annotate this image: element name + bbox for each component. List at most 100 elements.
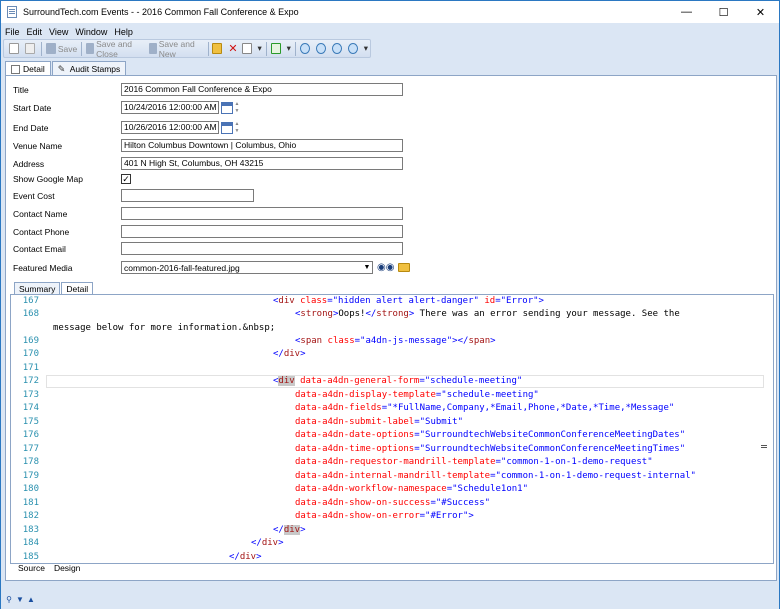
address-label: Address xyxy=(13,158,45,169)
calendar-icon[interactable] xyxy=(221,101,233,114)
line-number: 170 xyxy=(22,349,39,359)
contact-name-label: Contact Name xyxy=(13,208,68,219)
media-label: Featured Media xyxy=(13,262,73,273)
app-icon xyxy=(7,6,17,18)
contact-email-row: Contact Email xyxy=(13,242,403,255)
line-number: 169 xyxy=(22,336,39,346)
folder-icon[interactable] xyxy=(398,263,411,272)
new-button[interactable] xyxy=(7,40,23,57)
toolbar: Save Save and Close Save and New ✕ ▾ ▾ ▾ xyxy=(3,39,371,59)
find-next-button[interactable] xyxy=(314,40,330,57)
tab-design[interactable]: Design xyxy=(54,563,80,573)
magnifier-icon xyxy=(315,43,326,54)
line-number: 181 xyxy=(22,498,39,508)
line-number: 175 xyxy=(22,417,39,427)
main-tabs: Detail ✎ Audit Stamps xyxy=(5,61,127,76)
venue-label: Venue Name xyxy=(13,140,63,151)
chevron-up-icon[interactable]: ▲ xyxy=(26,595,36,605)
save-button[interactable]: Save xyxy=(44,40,79,57)
minimize-button[interactable]: — xyxy=(668,1,705,23)
tab-detail[interactable]: Detail xyxy=(5,61,51,76)
end-date-spinner[interactable]: ▲ ▼ xyxy=(234,121,240,134)
tab-audit-stamps[interactable]: ✎ Audit Stamps xyxy=(51,61,127,76)
show-map-checkbox[interactable]: ✓ xyxy=(121,174,131,184)
folder-icon xyxy=(212,43,223,54)
contact-phone-field[interactable] xyxy=(121,225,403,238)
contact-phone-label: Contact Phone xyxy=(13,226,70,237)
toolbar-overflow[interactable]: ▾ xyxy=(362,40,370,57)
view-tabs: Source Design xyxy=(18,563,89,573)
contact-email-field[interactable] xyxy=(121,242,403,255)
line-number: 176 xyxy=(22,430,39,440)
line-number: 177 xyxy=(22,444,39,454)
menu-window[interactable]: Window xyxy=(75,27,107,37)
address-field[interactable]: 401 N High St, Columbus, OH 43215 xyxy=(121,157,403,170)
binoculars-icon[interactable]: ◉◉ xyxy=(377,262,394,273)
search-icon[interactable]: ⚲ xyxy=(4,595,14,605)
title-bar: SurroundTech.com Events - - 2016 Common … xyxy=(1,1,779,23)
end-date-label: End Date xyxy=(13,122,49,133)
open-button[interactable] xyxy=(23,40,39,57)
calendar-icon[interactable] xyxy=(221,121,233,134)
address-row: Address 401 N High St, Columbus, OH 4321… xyxy=(13,157,403,170)
properties-button[interactable] xyxy=(240,40,256,57)
delete-button[interactable]: ✕ xyxy=(226,40,239,57)
save-and-new-button[interactable]: Save and New xyxy=(147,39,206,59)
find-button[interactable] xyxy=(298,40,314,57)
line-number: 174 xyxy=(22,403,39,413)
code-editor[interactable]: 167 <div class="hidden alert alert-danger… xyxy=(10,294,774,564)
delete-icon: ✕ xyxy=(228,43,238,55)
line-number: 184 xyxy=(22,538,39,548)
cost-row: Event Cost xyxy=(13,189,254,202)
copy-icon xyxy=(25,43,35,54)
contact-name-field[interactable] xyxy=(121,207,403,220)
media-select-value: common-2016-fall-featured.jpg xyxy=(124,262,240,273)
find-prev-button[interactable] xyxy=(330,40,346,57)
magnifier-icon xyxy=(299,43,310,54)
disk-icon xyxy=(45,43,56,54)
line-number: 178 xyxy=(22,457,39,467)
line-number: 183 xyxy=(22,525,39,535)
line-number: 167 xyxy=(22,296,39,306)
chevron-down-icon[interactable]: ▼ xyxy=(362,264,372,271)
refresh-icon xyxy=(270,43,281,54)
title-row: Title 2016 Common Fall Conference & Expo xyxy=(13,83,403,96)
menu-view[interactable]: View xyxy=(49,27,68,37)
close-button[interactable]: ✕ xyxy=(742,1,779,23)
pencil-icon xyxy=(11,64,20,74)
start-date-field[interactable]: 10/24/2016 12:00:00 AM xyxy=(121,101,219,114)
contact-email-label: Contact Email xyxy=(13,243,66,254)
menu-file[interactable]: File xyxy=(5,27,20,37)
app-window: SurroundTech.com Events - - 2016 Common … xyxy=(0,0,780,609)
toolbar-overflow[interactable]: ▾ xyxy=(256,40,264,57)
end-date-row: End Date 10/26/2016 12:00:00 AM ▲ ▼ xyxy=(13,121,240,134)
title-field[interactable]: 2016 Common Fall Conference & Expo xyxy=(121,83,403,96)
venue-field[interactable]: Hilton Columbus Downtown | Columbus, Ohi… xyxy=(121,139,403,152)
toolbar-separator xyxy=(81,41,82,56)
menu-help[interactable]: Help xyxy=(114,27,133,37)
end-date-field[interactable]: 10/26/2016 12:00:00 AM xyxy=(121,121,219,134)
save-and-close-button[interactable]: Save and Close xyxy=(84,39,147,59)
folder-button[interactable] xyxy=(210,40,226,57)
cost-field[interactable] xyxy=(121,189,254,202)
media-select[interactable]: common-2016-fall-featured.jpg ▼ xyxy=(121,261,373,274)
magnifier-icon xyxy=(347,43,358,54)
maximize-button[interactable]: ☐ xyxy=(705,1,742,23)
find-all-button[interactable] xyxy=(346,40,362,57)
toolbar-separator xyxy=(265,41,267,56)
save-label: Save xyxy=(57,43,78,54)
line-number: 173 xyxy=(22,390,39,400)
tab-detail-label: Detail xyxy=(23,64,45,74)
title-label: Title xyxy=(13,84,29,95)
new-document-icon xyxy=(9,43,19,54)
toolbar-overflow[interactable]: ▾ xyxy=(285,40,293,57)
line-number: 172 xyxy=(22,376,39,386)
start-date-spinner[interactable]: ▲ ▼ xyxy=(234,101,240,114)
tab-source[interactable]: Source xyxy=(18,563,45,573)
chevron-down-icon[interactable]: ▼ xyxy=(15,595,25,605)
menu-edit[interactable]: Edit xyxy=(27,27,43,37)
detail-panel: Title 2016 Common Fall Conference & Expo… xyxy=(5,75,777,581)
tab-audit-label: Audit Stamps xyxy=(69,64,121,74)
refresh-button[interactable] xyxy=(269,40,285,57)
start-date-label: Start Date xyxy=(13,102,52,113)
